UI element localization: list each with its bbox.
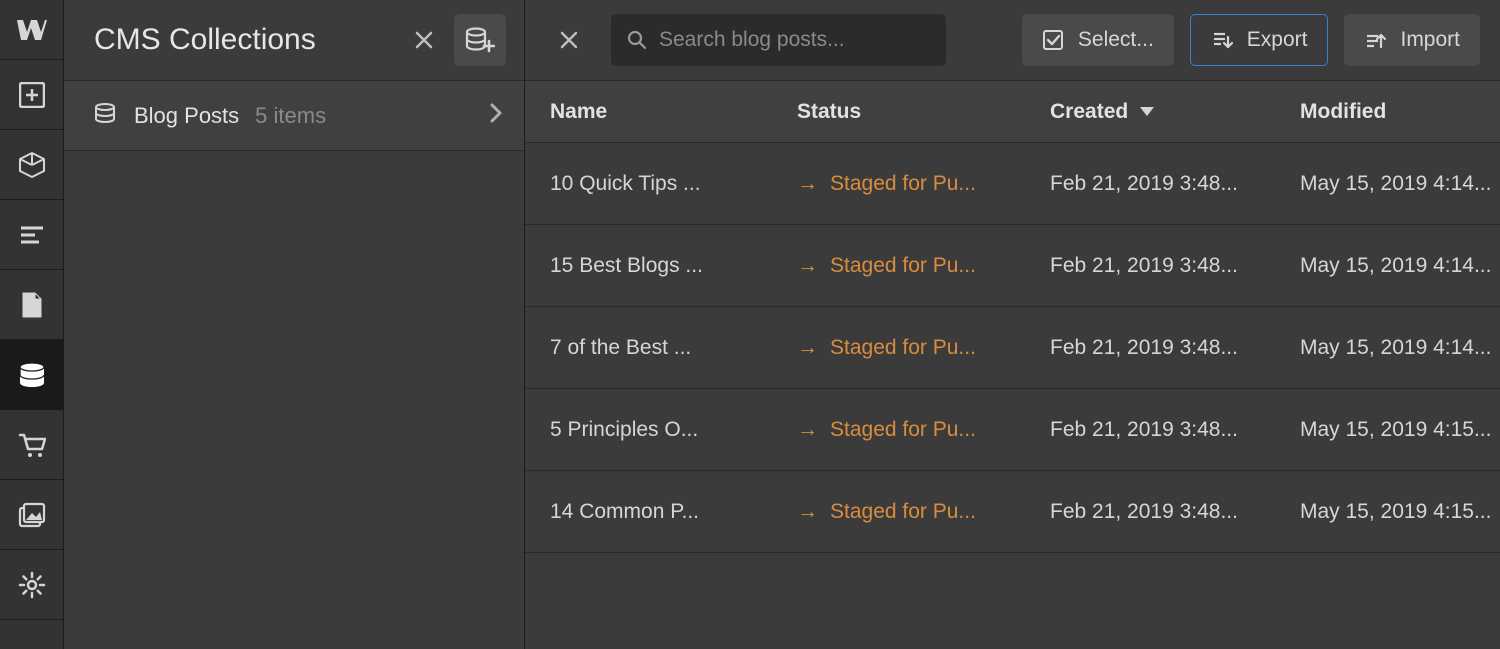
table-body: 10 Quick Tips ...→Staged for Pu...Feb 21…	[525, 143, 1500, 553]
cell-name: 14 Common P...	[550, 500, 797, 524]
arrow-right-icon: →	[797, 172, 818, 196]
column-created-label: Created	[1050, 100, 1128, 124]
arrow-right-icon: →	[797, 418, 818, 442]
cell-name: 5 Principles O...	[550, 418, 797, 442]
cell-status: → Staged for Pu...	[797, 172, 1050, 196]
toolbar: Select... Export Import	[525, 0, 1500, 81]
add-collection-button[interactable]	[454, 14, 506, 66]
rail-ecommerce[interactable]	[0, 410, 64, 480]
cell-status: → Staged for Pu...	[797, 500, 1050, 524]
plus-box-icon	[19, 82, 45, 108]
column-name[interactable]: Name	[550, 100, 797, 124]
cell-modified: May 15, 2019 4:14...	[1300, 254, 1500, 278]
lines-icon	[19, 225, 45, 245]
database-icon	[94, 103, 116, 128]
arrow-right-icon: →	[797, 254, 818, 278]
export-icon	[1211, 29, 1233, 51]
rail-navigator[interactable]	[0, 200, 64, 270]
rail-pages[interactable]	[0, 270, 64, 340]
status-text: Staged for Pu...	[830, 500, 976, 524]
search-box[interactable]	[611, 14, 946, 66]
cell-modified: May 15, 2019 4:15...	[1300, 418, 1500, 442]
cell-created: Feb 21, 2019 3:48...	[1050, 172, 1300, 196]
cell-status: → Staged for Pu...	[797, 418, 1050, 442]
table-row[interactable]: 5 Principles O...→ Staged for Pu... Feb 21…	[525, 389, 1500, 471]
select-label: Select...	[1078, 28, 1154, 52]
rail-box[interactable]	[0, 130, 64, 200]
close-icon	[415, 31, 433, 49]
status-text: Staged for Pu...	[830, 254, 976, 278]
rail-cms[interactable]	[0, 340, 64, 410]
import-icon	[1364, 29, 1386, 51]
database-icon	[18, 362, 46, 388]
cell-name: 15 Best Blogs ...	[550, 254, 797, 278]
search-input[interactable]	[659, 28, 930, 52]
app-root: CMS Collections	[0, 0, 1500, 649]
cell-modified: May 15, 2019 4:15...	[1300, 500, 1500, 524]
column-created[interactable]: Created	[1050, 100, 1300, 124]
panel-header: CMS Collections	[64, 0, 524, 81]
cell-status: → Staged for Pu...	[797, 254, 1050, 278]
cell-modified: May 15, 2019 4:14...	[1300, 336, 1500, 360]
cell-name: 10 Quick Tips ...	[550, 172, 797, 196]
cell-modified: May 15, 2019 4:14...	[1300, 172, 1500, 196]
column-status[interactable]: Status	[797, 100, 1050, 124]
webflow-logo-icon	[17, 20, 47, 40]
sort-desc-icon	[1140, 107, 1154, 116]
cell-name: 7 of the Best ...	[550, 336, 797, 360]
collection-count: 5 items	[255, 103, 490, 129]
cube-icon	[18, 151, 46, 179]
search-icon	[627, 30, 647, 50]
table-row[interactable]: 10 Quick Tips ...→ Staged for Pu... Feb 21…	[525, 143, 1500, 225]
database-plus-icon	[465, 27, 495, 53]
close-collection-button[interactable]	[549, 20, 589, 60]
gear-icon	[18, 571, 46, 599]
arrow-right-icon: →	[797, 500, 818, 524]
images-icon	[18, 502, 46, 528]
collection-name: Blog Posts	[134, 103, 239, 129]
export-label: Export	[1247, 28, 1308, 52]
column-modified[interactable]: Modified	[1300, 100, 1500, 124]
close-panel-button[interactable]	[404, 20, 444, 60]
export-button[interactable]: Export	[1190, 14, 1329, 66]
table-row[interactable]: 7 of the Best ...→ Staged for Pu... Feb 21…	[525, 307, 1500, 389]
table-row[interactable]: 15 Best Blogs ...→ Staged for Pu... Feb 21…	[525, 225, 1500, 307]
logo[interactable]	[0, 0, 64, 60]
close-icon	[560, 31, 578, 49]
panel-title: CMS Collections	[94, 23, 398, 57]
arrow-right-icon: →	[797, 336, 818, 360]
chevron-right-icon	[490, 103, 502, 128]
checkbox-icon	[1042, 29, 1064, 51]
cell-status: → Staged for Pu...	[797, 336, 1050, 360]
cell-created: Feb 21, 2019 3:48...	[1050, 336, 1300, 360]
status-text: Staged for Pu...	[830, 418, 976, 442]
status-text: Staged for Pu...	[830, 172, 976, 196]
rail-add[interactable]	[0, 60, 64, 130]
import-button[interactable]: Import	[1344, 14, 1480, 66]
icon-rail	[0, 0, 64, 649]
cell-created: Feb 21, 2019 3:48...	[1050, 500, 1300, 524]
table-header: Name Status Created Modified	[525, 81, 1500, 143]
main-content: Select... Export Import	[525, 0, 1500, 649]
rail-assets[interactable]	[0, 480, 64, 550]
table-row[interactable]: 14 Common P...→ Staged for Pu... Feb 21, 2…	[525, 471, 1500, 553]
rail-settings[interactable]	[0, 550, 64, 620]
import-label: Import	[1400, 28, 1460, 52]
collections-panel: CMS Collections	[64, 0, 525, 649]
cell-created: Feb 21, 2019 3:48...	[1050, 418, 1300, 442]
cart-icon	[18, 432, 46, 458]
cell-created: Feb 21, 2019 3:48...	[1050, 254, 1300, 278]
select-button[interactable]: Select...	[1022, 14, 1174, 66]
collection-item-blog-posts[interactable]: Blog Posts 5 items	[64, 81, 524, 151]
status-text: Staged for Pu...	[830, 336, 976, 360]
page-icon	[21, 291, 43, 319]
